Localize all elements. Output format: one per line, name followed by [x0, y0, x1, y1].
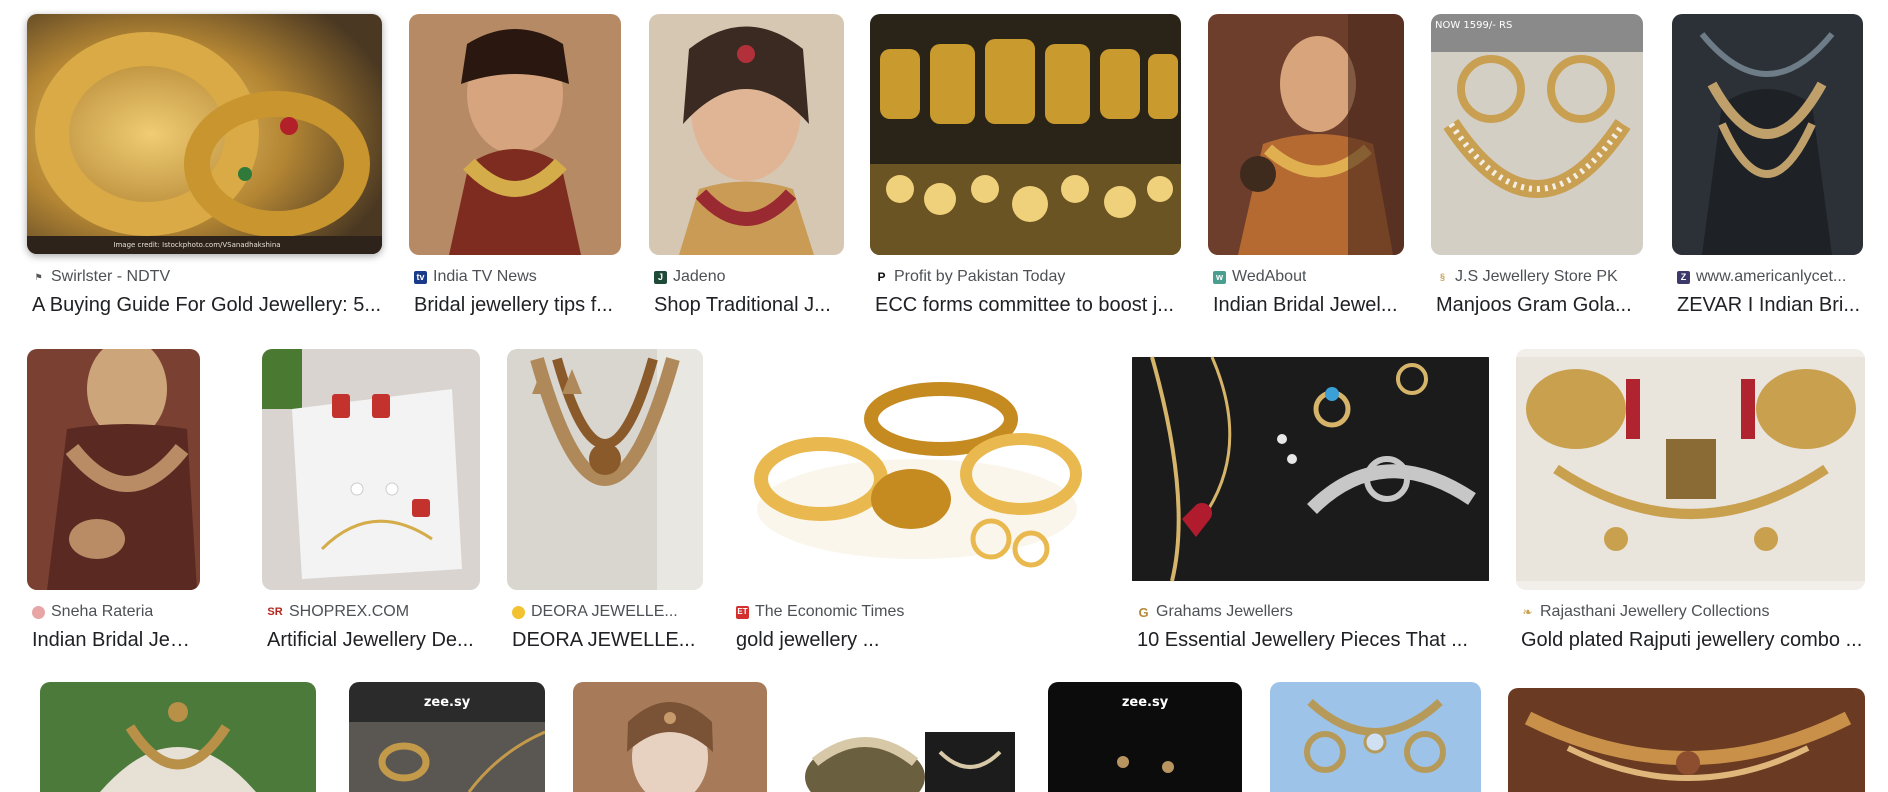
profit-icon: P: [875, 270, 888, 284]
swirlster-icon: ⚑: [32, 270, 45, 284]
zeesy-earrings-photo: zee.sy: [1048, 682, 1242, 792]
result-title[interactable]: Indian Bridal Jewell...: [32, 629, 200, 652]
india-tv-icon: tv: [414, 270, 427, 284]
result-title[interactable]: DEORA JEWELLE...: [512, 629, 703, 652]
result-thumbnail[interactable]: [507, 349, 703, 590]
result-thumbnail[interactable]: NOW 1599/- RS: [1431, 14, 1643, 255]
result-source[interactable]: DEORA JEWELLE...: [512, 603, 703, 621]
economic-times-icon: ET: [736, 605, 749, 619]
result-source[interactable]: tv India TV News: [414, 268, 619, 286]
result-source[interactable]: § J.S Jewellery Store PK: [1436, 268, 1643, 286]
rajasthani-icon: ❧: [1521, 605, 1534, 619]
result-thumbnail[interactable]: [795, 682, 1020, 792]
result-thumbnail[interactable]: [731, 349, 1104, 590]
result-title[interactable]: ECC forms committee to boost j...: [875, 294, 1181, 317]
sneha-rateria-icon: [32, 605, 45, 619]
result-title[interactable]: ZEVAR I Indian Bri...: [1677, 294, 1863, 317]
gold-jewellery-collection-photo: [1508, 688, 1865, 792]
result-title[interactable]: Gold plated Rajputi jewellery combo ...: [1521, 629, 1865, 652]
traditional-jewellery-model-photo: [649, 14, 844, 255]
wedabout-icon: w: [1213, 270, 1226, 284]
result-thumbnail[interactable]: [649, 14, 844, 255]
result-thumbnail[interactable]: [573, 682, 767, 792]
result-thumbnail[interactable]: [262, 349, 480, 590]
price-overlay: NOW 1599/- RS: [1435, 20, 1512, 31]
image-credit-caption: Image credit: Istockphoto.com/VSanadhaks…: [113, 241, 280, 249]
choker-box-photo: [795, 682, 1020, 792]
result-source[interactable]: ⚑ Swirlster - NDTV: [32, 268, 382, 286]
brand-watermark: zee.sy: [1122, 695, 1169, 710]
result-thumbnail[interactable]: [27, 349, 200, 590]
kundan-earrings-blue-photo: [1270, 682, 1481, 792]
americanlycet-icon: Z: [1677, 270, 1690, 284]
result-title[interactable]: gold jewellery ...: [736, 629, 1104, 652]
jewellery-shop-display-photo: [870, 14, 1181, 255]
result-source[interactable]: ❧ Rajasthani Jewellery Collections: [1521, 603, 1865, 621]
zeesy-ring-photo: zee.sy: [349, 682, 545, 792]
result-title[interactable]: Indian Bridal Jewel...: [1213, 294, 1404, 317]
shoprex-icon: SR: [267, 605, 283, 619]
result-thumbnail[interactable]: [1672, 14, 1863, 255]
artificial-jewellery-set-photo: [262, 349, 480, 590]
result-thumbnail[interactable]: [1132, 349, 1489, 590]
grahams-icon: G: [1137, 604, 1150, 620]
deora-icon: [512, 605, 525, 619]
result-source[interactable]: J Jadeno: [654, 268, 844, 286]
result-thumbnail[interactable]: zee.sy: [1048, 682, 1242, 792]
result-source[interactable]: Z www.americanlycet...: [1677, 268, 1863, 286]
result-thumbnail[interactable]: [1208, 14, 1404, 255]
result-thumbnail[interactable]: [40, 682, 316, 792]
result-source[interactable]: P Profit by Pakistan Today: [875, 268, 1181, 286]
bridal-ritual-photo: [1208, 14, 1404, 255]
gold-bangles-photo: Image credit: Istockphoto.com/VSanadhaks…: [27, 14, 382, 254]
gold-jewellery-pile-photo: [731, 349, 1104, 590]
result-source[interactable]: SR SHOPREX.COM: [267, 603, 480, 621]
result-title[interactable]: A Buying Guide For Gold Jewellery: 5...: [32, 294, 382, 317]
gold-pearl-necklace-photo: NOW 1599/- RS: [1431, 14, 1643, 255]
bride-portrait-photo: [573, 682, 767, 792]
result-title[interactable]: Manjoos Gram Gola...: [1436, 294, 1643, 317]
necklace-set-green-background-photo: [40, 682, 316, 792]
result-source[interactable]: w WedAbout: [1213, 268, 1404, 286]
result-title[interactable]: Artificial Jewellery De...: [267, 629, 480, 652]
result-thumbnail[interactable]: [870, 14, 1181, 255]
rajputi-jewellery-combo-photo: [1516, 349, 1865, 590]
result-source[interactable]: Sneha Rateria: [32, 603, 200, 621]
essential-jewellery-pieces-photo: [1132, 349, 1489, 590]
result-thumbnail[interactable]: [409, 14, 621, 255]
result-source[interactable]: G Grahams Jewellers: [1137, 603, 1489, 621]
zevar-bridal-set-photo: [1672, 14, 1863, 255]
result-thumbnail[interactable]: Image credit: Istockphoto.com/VSanadhaks…: [27, 14, 382, 254]
long-temple-necklace-photo: [507, 349, 703, 590]
bride-with-mehndi-photo: [27, 349, 200, 590]
js-jewellery-icon: §: [1436, 270, 1449, 284]
result-thumbnail[interactable]: [1516, 349, 1865, 590]
result-title[interactable]: Bridal jewellery tips f...: [414, 294, 619, 317]
bridal-jewellery-photo: [409, 14, 621, 255]
brand-watermark: zee.sy: [424, 695, 471, 710]
result-title[interactable]: Shop Traditional J...: [654, 294, 844, 317]
result-thumbnail[interactable]: zee.sy: [349, 682, 545, 792]
result-thumbnail[interactable]: [1270, 682, 1481, 792]
result-source[interactable]: ET The Economic Times: [736, 603, 1104, 621]
result-title[interactable]: 10 Essential Jewellery Pieces That ...: [1137, 629, 1489, 652]
result-thumbnail[interactable]: [1508, 688, 1865, 792]
jadeno-icon: J: [654, 270, 667, 284]
